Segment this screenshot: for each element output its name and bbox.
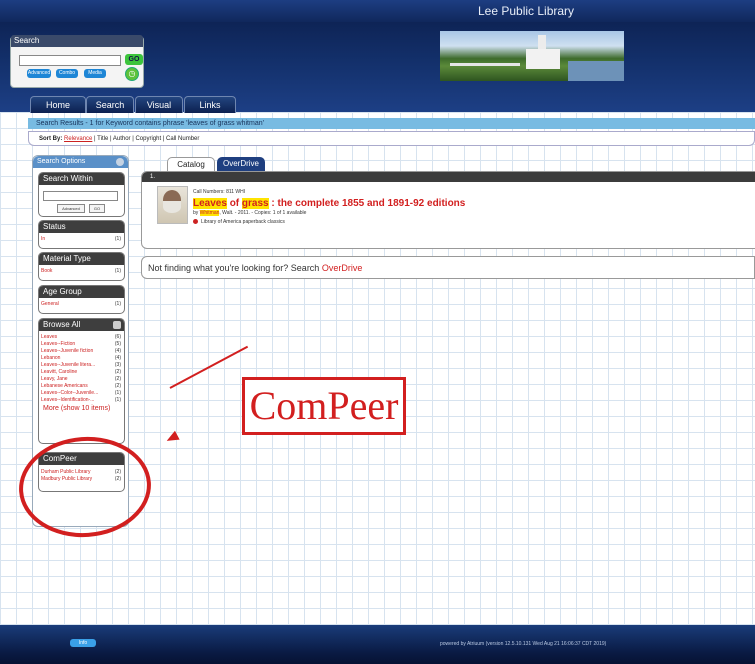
list-item[interactable]: Lebanon (4) bbox=[39, 355, 124, 362]
author-line: by Whitman, Walt. - 2011. - Copies: 1 of… bbox=[193, 210, 307, 216]
material-type-box: Material Type Book (1) bbox=[38, 252, 125, 281]
go-button[interactable]: GO bbox=[125, 54, 143, 65]
not-finding-banner: Not finding what you're looking for? Sea… bbox=[141, 256, 755, 279]
sort-title[interactable]: Title bbox=[97, 136, 108, 142]
search-caption: Search bbox=[11, 35, 143, 47]
tab-visual[interactable]: Visual bbox=[135, 96, 183, 113]
info-button[interactable]: Info bbox=[70, 639, 96, 647]
library-title-bar: Lee Public Library bbox=[0, 0, 755, 22]
status-title: Status bbox=[39, 221, 124, 233]
author-link[interactable]: Whitman bbox=[199, 210, 220, 216]
list-item[interactable]: Leavitt, Caroline (2) bbox=[39, 369, 124, 376]
sort-copyright[interactable]: Copyright bbox=[135, 136, 161, 142]
result-title[interactable]: Leaves of grass : the complete 1855 and … bbox=[193, 198, 465, 209]
browse-all-box: Browse All Leaves (6) Leaves--Fiction (5) … bbox=[38, 318, 125, 444]
tab-links[interactable]: Links bbox=[184, 96, 236, 113]
tab-catalog[interactable]: Catalog bbox=[167, 157, 215, 172]
library-title: Lee Public Library bbox=[478, 4, 575, 18]
search-within-title: Search Within bbox=[39, 173, 124, 185]
search-input[interactable] bbox=[19, 55, 121, 66]
show-more-link[interactable]: More (show 10 items) bbox=[39, 404, 124, 422]
results-summary: Search Results - 1 for Keyword contains … bbox=[28, 118, 755, 129]
result-card: 1. Call Numbers: 811 WHI Leaves of grass… bbox=[141, 171, 755, 249]
library-banner-photo bbox=[440, 31, 624, 81]
facet-item[interactable]: In (1) bbox=[39, 236, 124, 243]
list-item[interactable]: Leaves--Fiction (5) bbox=[39, 341, 124, 348]
sort-bar: Sort By: Relevance | Title | Author | Co… bbox=[28, 131, 755, 146]
tab-search[interactable]: Search bbox=[86, 96, 134, 113]
advanced-search-button[interactable]: Advanced bbox=[27, 69, 51, 78]
facet-item[interactable]: Book (1) bbox=[39, 268, 124, 275]
annotation-label: ComPeer bbox=[242, 377, 406, 435]
search-options-header: Search Options bbox=[33, 156, 128, 168]
call-number: Call Numbers: 811 WHI bbox=[193, 189, 246, 195]
browse-all-title: Browse All bbox=[39, 319, 124, 331]
sort-author[interactable]: Author bbox=[113, 136, 131, 142]
search-within-box: Search Within Advanced GO bbox=[38, 172, 125, 217]
list-item[interactable]: Leaves (6) bbox=[39, 334, 124, 341]
search-within-input[interactable] bbox=[43, 191, 118, 201]
combo-search-button[interactable]: Combo bbox=[56, 69, 78, 78]
list-item[interactable]: Leavy, Jane (2) bbox=[39, 376, 124, 383]
quick-search-widget: Search GO Advanced Combo Media ◷ bbox=[10, 35, 144, 88]
header: Lee Public Library Search GO Advanced Co… bbox=[0, 0, 755, 113]
list-item[interactable]: Leaves--Juvenile litera... (3) bbox=[39, 362, 124, 369]
sort-relevance[interactable]: Relevance bbox=[64, 136, 92, 142]
tab-home[interactable]: Home bbox=[30, 96, 86, 113]
series-icon bbox=[193, 219, 198, 225]
result-number: 1. bbox=[142, 172, 755, 182]
age-group-box: Age Group General (1) bbox=[38, 285, 125, 314]
material-type-title: Material Type bbox=[39, 253, 124, 265]
facet-item[interactable]: General (1) bbox=[39, 301, 124, 308]
status-box: Status In (1) bbox=[38, 220, 125, 249]
overdrive-link[interactable]: OverDrive bbox=[322, 263, 363, 273]
list-item[interactable]: Leaves--Identification-... (1) bbox=[39, 397, 124, 404]
list-item[interactable]: Lebanese Americans (2) bbox=[39, 383, 124, 390]
series-line: Library of America paperback classics bbox=[193, 219, 285, 225]
media-search-button[interactable]: Media bbox=[84, 69, 106, 78]
footer: Info powered by Atriuum (version 12.5.10… bbox=[0, 625, 755, 664]
age-group-title: Age Group bbox=[39, 286, 124, 298]
sort-by-label: Sort By: bbox=[39, 136, 63, 142]
list-item[interactable]: Leaves--Color--Juvenile... (1) bbox=[39, 390, 124, 397]
expand-icon[interactable] bbox=[113, 321, 121, 329]
main-nav: Home Search Visual Links bbox=[0, 96, 755, 113]
sort-call-number[interactable]: Call Number bbox=[166, 136, 199, 142]
search-options-title: Search Options bbox=[37, 158, 86, 165]
collapse-icon[interactable] bbox=[116, 158, 124, 166]
book-cover[interactable] bbox=[157, 186, 188, 224]
list-item[interactable]: Leaves--Juvenile fiction (4) bbox=[39, 348, 124, 355]
search-within-advanced-button[interactable]: Advanced bbox=[57, 204, 85, 213]
search-within-go-button[interactable]: GO bbox=[89, 204, 105, 213]
tab-overdrive[interactable]: OverDrive bbox=[217, 157, 265, 171]
annotation-arrowhead bbox=[164, 430, 180, 446]
clock-icon[interactable]: ◷ bbox=[125, 67, 139, 81]
annotation-arrow bbox=[169, 345, 249, 389]
powered-by-text: powered by Atriuum (version 12.5.10.131 … bbox=[440, 641, 607, 647]
